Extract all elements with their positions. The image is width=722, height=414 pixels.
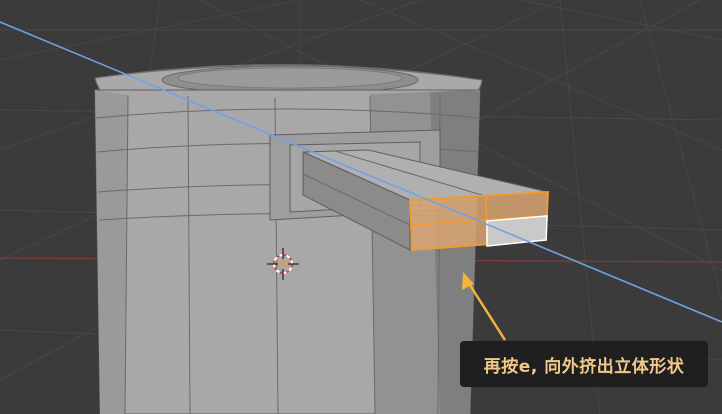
3d-viewport[interactable]: 再按e, 向外挤出立体形状 <box>0 0 722 414</box>
annotation-text: 再按e, 向外挤出立体形状 <box>483 356 685 377</box>
annotation-callout: 再按e, 向外挤出立体形状 <box>460 341 708 387</box>
